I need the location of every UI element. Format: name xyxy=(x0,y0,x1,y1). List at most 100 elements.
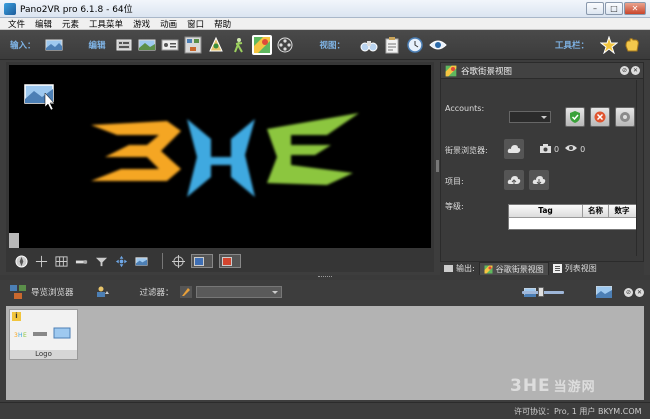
input-label: 输入： xyxy=(10,40,36,51)
panel-scrollbar[interactable] xyxy=(636,80,642,256)
column-tag[interactable]: Tag xyxy=(509,205,583,217)
cloud-upload-button[interactable] xyxy=(504,170,524,190)
input-panorama-button[interactable] xyxy=(44,35,64,55)
panorama-icon xyxy=(45,39,63,50)
menu-edit[interactable]: 编辑 xyxy=(35,18,52,30)
ruler-button[interactable] xyxy=(74,254,88,268)
grid-button[interactable] xyxy=(54,254,68,268)
tools-label: 工具栏： xyxy=(554,40,589,51)
move-button[interactable] xyxy=(114,254,128,268)
view-count: 0 xyxy=(580,144,586,154)
tab-street-view[interactable]: 谷歌街景视图 xyxy=(478,262,549,275)
filter-tag-button[interactable] xyxy=(179,286,192,298)
close-panel-button[interactable]: ✕ xyxy=(631,66,640,75)
panorama-mode-button[interactable] xyxy=(134,254,148,268)
column-number[interactable]: 数字 xyxy=(609,205,635,217)
accounts-row: Accounts: xyxy=(445,104,484,113)
viewer-toolbar-divider xyxy=(162,253,163,269)
cloud-download-button[interactable] xyxy=(529,170,549,190)
project-controls xyxy=(499,170,549,190)
level-row: 等级: xyxy=(445,201,464,212)
accounts-controls xyxy=(509,107,635,127)
tab-list-view[interactable]: 列表视图 xyxy=(549,262,601,275)
binoculars-button[interactable] xyxy=(359,35,379,55)
tour-browser-icon xyxy=(10,285,26,299)
account-settings-button[interactable] xyxy=(615,107,635,127)
app-icon xyxy=(4,2,16,15)
thumbnail-logo: 3 H E xyxy=(14,327,71,339)
menu-window[interactable]: 窗口 xyxy=(187,18,204,30)
panel-title: 谷歌街景视图 xyxy=(461,66,513,77)
output-icon xyxy=(444,265,453,272)
horizontal-splitter[interactable] xyxy=(0,275,650,280)
skin-editor-button[interactable] xyxy=(206,35,226,55)
menu-help[interactable]: 帮助 xyxy=(214,18,231,30)
camera-icon xyxy=(540,143,551,155)
panorama-thumb-icon xyxy=(24,84,55,111)
thumbnail-label: Logo xyxy=(10,350,77,359)
street-browser-row: 街景浏览器: xyxy=(445,145,488,156)
menu-animation[interactable]: 动画 xyxy=(160,18,177,30)
clipboard-button[interactable] xyxy=(382,35,402,55)
tour-nodes-icon xyxy=(184,36,202,53)
blue-color-picker[interactable] xyxy=(191,254,213,268)
panorama-small-icon xyxy=(134,256,148,266)
street-view-panel: 谷歌街景视图 ⊘ ✕ xyxy=(440,62,644,262)
hand-icon xyxy=(625,37,639,51)
window-controls: – □ ✕ xyxy=(586,2,646,15)
panorama-viewer[interactable] xyxy=(9,65,431,248)
google-street-view-button[interactable] xyxy=(251,34,272,55)
walking-figure-icon xyxy=(233,37,243,52)
cloud-browse-button[interactable] xyxy=(504,139,524,159)
close-button[interactable]: ✕ xyxy=(624,2,646,15)
menu-game[interactable]: 游戏 xyxy=(133,18,150,30)
street-browser-controls: 0 0 xyxy=(499,139,585,159)
crosshair-button[interactable] xyxy=(34,254,48,268)
animation-button[interactable] xyxy=(229,35,249,55)
tour-browser-title: 导览浏览器 xyxy=(31,288,74,298)
target-button[interactable] xyxy=(171,254,185,268)
user-data-button[interactable] xyxy=(160,35,180,55)
preview-eye-button[interactable] xyxy=(428,35,448,55)
account-remove-button[interactable] xyxy=(590,107,610,127)
sort-button[interactable] xyxy=(96,286,110,298)
tab-output[interactable]: 输出: xyxy=(440,262,479,275)
levels-table[interactable]: Tag 名称 数字 xyxy=(508,204,638,230)
photo-count: 0 xyxy=(554,144,560,154)
red-color-picker[interactable] xyxy=(219,254,241,268)
browser-close-button[interactable]: ✕ xyxy=(635,287,644,297)
viewing-parameters-button[interactable] xyxy=(137,35,157,55)
binoculars-icon xyxy=(360,40,378,51)
accounts-label: Accounts: xyxy=(445,104,485,113)
menu-tools[interactable]: 工具菜单 xyxy=(89,18,123,30)
tour-map-button[interactable] xyxy=(183,35,203,55)
watermark-text: 当游网 xyxy=(553,380,596,395)
main-toolbar: 输入： 编辑 视图： 工具栏： xyxy=(0,30,650,60)
account-verify-button[interactable] xyxy=(565,107,585,127)
compass-button[interactable] xyxy=(14,254,28,268)
clock-button[interactable] xyxy=(405,35,425,55)
panel-splitter-handle[interactable] xyxy=(436,160,439,172)
tab-output-label: 输出: xyxy=(456,264,475,273)
browser-float-button[interactable]: ⊘ xyxy=(624,287,633,297)
menu-file[interactable]: 文件 xyxy=(8,18,25,30)
hotspot-button[interactable] xyxy=(94,254,108,268)
column-name[interactable]: 名称 xyxy=(583,205,609,217)
viewer-toolbar xyxy=(6,250,434,272)
clock-icon xyxy=(407,36,423,53)
accounts-dropdown[interactable] xyxy=(509,111,551,123)
hand-tool-button[interactable] xyxy=(622,35,642,55)
slider-handle[interactable] xyxy=(538,287,544,297)
float-panel-button[interactable]: ⊘ xyxy=(620,66,629,75)
compass-icon xyxy=(14,254,28,268)
project-row: 项目: xyxy=(445,176,464,187)
list-icon xyxy=(552,264,562,273)
minimize-button[interactable]: – xyxy=(586,2,604,15)
maximize-button[interactable]: □ xyxy=(605,2,623,15)
properties-button[interactable] xyxy=(114,35,134,55)
video-button[interactable] xyxy=(275,35,295,55)
filter-dropdown[interactable] xyxy=(195,286,282,298)
generate-output-button[interactable] xyxy=(599,35,619,55)
panorama-thumbnail[interactable]: i 3 H E Logo xyxy=(9,309,78,360)
menu-elements[interactable]: 元素 xyxy=(62,18,79,30)
